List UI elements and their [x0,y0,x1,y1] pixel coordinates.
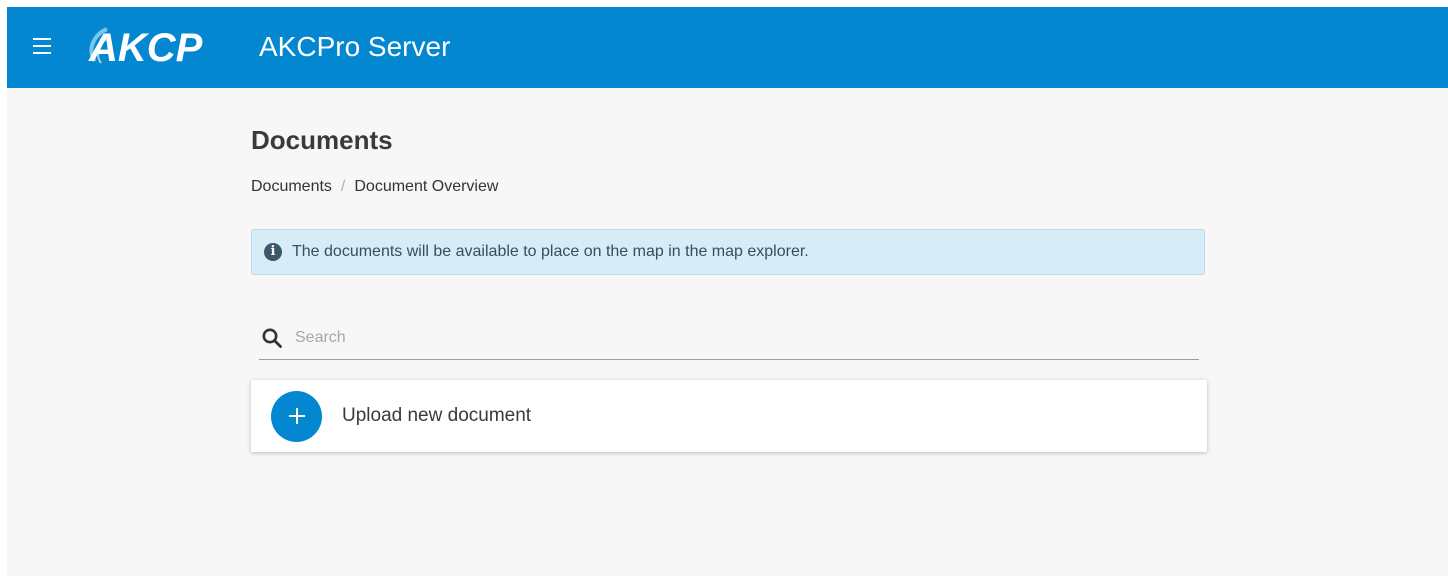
info-alert: i The documents will be available to pla… [251,229,1205,275]
akcp-logo: AKCP [85,21,247,73]
logo-text: AKCP [88,26,203,70]
info-alert-text: The documents will be available to place… [292,243,809,260]
breadcrumb-item-documents[interactable]: Documents [251,177,332,197]
breadcrumb-item-current: Document Overview [354,178,499,195]
breadcrumb-separator: / [340,178,346,195]
page-title: Documents [251,125,393,155]
upload-label: Upload new document [342,405,532,426]
hamburger-menu-icon[interactable] [33,38,51,54]
app-header: AKCP AKCPro Server [7,7,1448,88]
breadcrumb: Documents / Document Overview [251,177,498,197]
upload-new-document-button[interactable]: Upload new document [251,380,1207,452]
info-icon: i [264,243,282,261]
search-bar [259,317,1199,360]
app-title: AKCPro Server [259,31,451,62]
plus-icon[interactable] [271,390,322,442]
app-frame: AKCP AKCPro Server Documents Documents /… [7,7,1448,576]
search-icon [262,328,282,348]
search-input[interactable] [295,329,1175,347]
